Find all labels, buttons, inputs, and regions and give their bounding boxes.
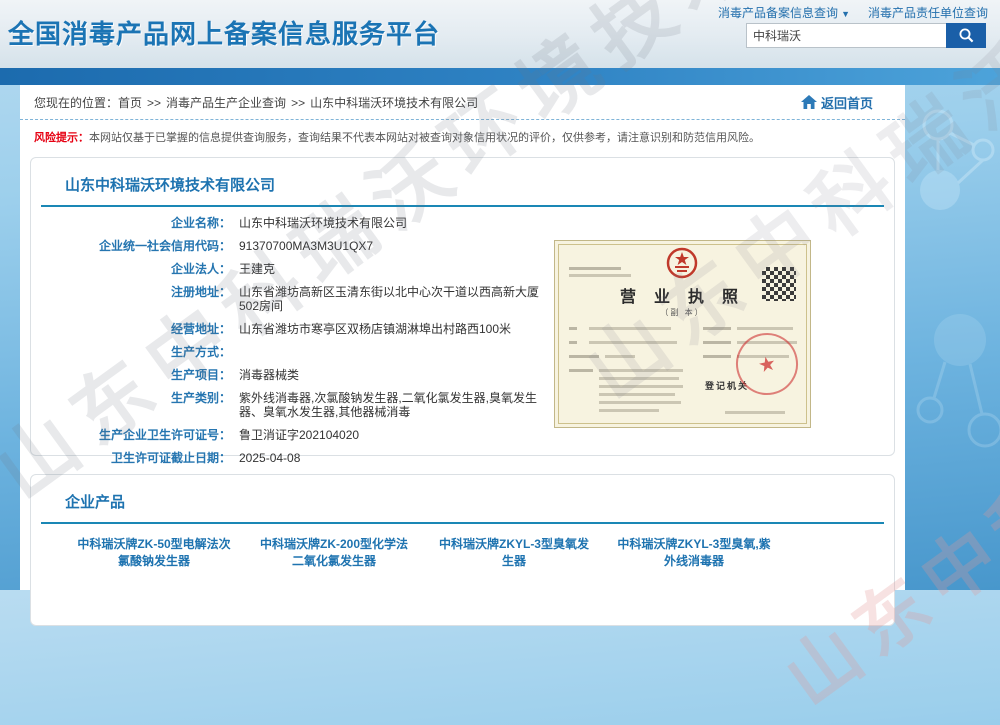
field-label: 经营地址： [31, 322, 231, 336]
company-info-panel: 山东中科瑞沃环境技术有限公司 企业名称： 山东中科瑞沃环境技术有限公司 企业统一社… [30, 157, 895, 456]
field-value: 紫外线消毒器,次氯酸钠发生器,二氧化氯发生器,臭氧发生器、臭氧水发生器,其他器械… [239, 391, 557, 419]
field-value: 消毒器械类 [239, 368, 299, 382]
nav-filing-info-query[interactable]: 消毒产品备案信息查询▼ [718, 4, 850, 21]
search-button[interactable] [946, 23, 986, 48]
license-text-line [703, 327, 731, 330]
license-text-line [605, 355, 635, 358]
site-header: 全国消毒产品网上备案信息服务平台 消毒产品备案信息查询▼ 消毒产品责任单位查询 [0, 0, 1000, 68]
search-input[interactable] [746, 23, 946, 48]
license-text-line [599, 409, 659, 412]
field-label: 生产类别： [31, 391, 231, 419]
license-text-line [725, 411, 785, 414]
header-divider-band [0, 68, 1000, 85]
product-link[interactable]: 中科瑞沃牌ZK-200型化学法二氧化氯发生器 [255, 536, 413, 570]
field-value: 山东中科瑞沃环境技术有限公司 [239, 216, 407, 230]
license-text-line [599, 393, 675, 396]
company-fields: 企业名称： 山东中科瑞沃环境技术有限公司 企业统一社会信用代码： 91370700M… [31, 216, 591, 474]
field-row: 生产方式： [31, 345, 591, 359]
field-value: 91370700MA3M3U1QX7 [239, 239, 373, 253]
risk-notice: 风险提示：本网站仅基于已掌握的信息提供查询服务，查询结果不代表本网站对被查询对象… [20, 120, 905, 149]
field-row: 生产企业卫生许可证号： 鲁卫消证字202104020 [31, 428, 591, 442]
main-content: 您现在的位置：首页 >> 消毒产品生产企业查询 >> 山东中科瑞沃环境技术有限公司 返回… [20, 85, 905, 590]
field-value: 王建克 [239, 262, 275, 276]
license-text-line [569, 267, 621, 270]
field-value: 山东省潍坊高新区玉清东街以北中心次干道以西高新大厦502房间 [239, 285, 557, 313]
risk-notice-label: 风险提示： [34, 132, 89, 144]
breadcrumb-bar: 您现在的位置：首页 >> 消毒产品生产企业查询 >> 山东中科瑞沃环境技术有限公司 返回… [20, 85, 905, 120]
field-row: 生产项目： 消毒器械类 [31, 368, 591, 382]
home-icon [801, 95, 817, 109]
license-text-line [599, 369, 683, 372]
breadcrumb-query-link[interactable]: 消毒产品生产企业查询 [166, 96, 286, 110]
top-nav: 消毒产品备案信息查询▼ 消毒产品责任单位查询 [718, 4, 988, 21]
license-text-line [569, 274, 631, 277]
product-list: 中科瑞沃牌ZK-50型电解法次氯酸钠发生器 中科瑞沃牌ZK-200型化学法二氧化… [31, 524, 894, 570]
field-row: 注册地址： 山东省潍坊高新区玉清东街以北中心次干道以西高新大厦502房间 [31, 285, 591, 313]
license-subtitle: （副 本） [555, 307, 810, 318]
license-text-line [589, 327, 671, 330]
breadcrumb-separator: >> [291, 96, 305, 110]
business-license-image: 营 业 执 照 （副 本） 登记机关 ★ [554, 240, 811, 428]
field-row: 经营地址： 山东省潍坊市寒亭区双杨店镇湖淋埠出村路西100米 [31, 322, 591, 336]
field-row: 生产类别： 紫外线消毒器,次氯酸钠发生器,二氧化氯发生器,臭氧发生器、臭氧水发生器… [31, 391, 591, 419]
field-label: 企业名称： [31, 216, 231, 230]
field-row: 企业名称： 山东中科瑞沃环境技术有限公司 [31, 216, 591, 230]
product-link[interactable]: 中科瑞沃牌ZKYL-3型臭氧,紫外线消毒器 [615, 536, 773, 570]
field-row: 企业统一社会信用代码： 91370700MA3M3U1QX7 [31, 239, 591, 253]
breadcrumb: 您现在的位置：首页 >> 消毒产品生产企业查询 >> 山东中科瑞沃环境技术有限公司 [34, 94, 478, 111]
back-home-link[interactable]: 返回首页 [801, 93, 873, 112]
license-text-line [589, 341, 677, 344]
license-text-line [703, 341, 731, 344]
license-text-line [599, 401, 681, 404]
company-title: 山东中科瑞沃环境技术有限公司 [31, 158, 894, 205]
license-text-line [569, 369, 593, 372]
breadcrumb-separator: >> [147, 96, 161, 110]
products-panel: 企业产品 中科瑞沃牌ZK-50型电解法次氯酸钠发生器 中科瑞沃牌ZK-200型化… [30, 474, 895, 626]
product-link[interactable]: 中科瑞沃牌ZK-50型电解法次氯酸钠发生器 [75, 536, 233, 570]
field-label: 生产项目： [31, 368, 231, 382]
molecule-decoration [898, 95, 1000, 255]
search-icon [958, 27, 975, 44]
field-value: 山东省潍坊市寒亭区双杨店镇湖淋埠出村路西100米 [239, 322, 511, 336]
license-text-line [599, 385, 683, 388]
title-underline [41, 205, 884, 207]
field-value: 鲁卫消证字202104020 [239, 428, 359, 442]
field-label: 企业统一社会信用代码： [31, 239, 231, 253]
field-label: 生产企业卫生许可证号： [31, 428, 231, 442]
chevron-down-icon: ▼ [841, 9, 850, 19]
license-qr-code [762, 267, 796, 301]
field-label: 企业法人： [31, 262, 231, 276]
field-value: 2025-04-08 [239, 451, 300, 465]
license-text-line [737, 327, 793, 330]
national-emblem-icon [665, 246, 699, 282]
field-label: 生产方式： [31, 345, 231, 359]
license-text-line [569, 355, 599, 358]
site-title: 全国消毒产品网上备案信息服务平台 [8, 14, 440, 51]
license-text-line [599, 377, 679, 380]
nav-responsible-unit-query[interactable]: 消毒产品责任单位查询 [868, 4, 988, 21]
field-label: 注册地址： [31, 285, 231, 313]
license-text-line [569, 341, 577, 344]
products-title: 企业产品 [31, 475, 894, 522]
search-bar [746, 23, 986, 48]
field-row: 企业法人： 王建克 [31, 262, 591, 276]
license-text-line [569, 327, 577, 330]
breadcrumb-current: 山东中科瑞沃环境技术有限公司 [310, 96, 478, 110]
license-text-line [703, 355, 731, 358]
molecule-decoration-2 [900, 300, 1000, 500]
risk-notice-text: 本网站仅基于已掌握的信息提供查询服务，查询结果不代表本网站对被查询对象信用状况的… [89, 132, 760, 144]
field-row: 卫生许可证截止日期： 2025-04-08 [31, 451, 591, 465]
product-link[interactable]: 中科瑞沃牌ZKYL-3型臭氧发生器 [435, 536, 593, 570]
breadcrumb-home-link[interactable]: 首页 [118, 96, 142, 110]
field-label: 卫生许可证截止日期： [31, 451, 231, 465]
breadcrumb-prefix: 您现在的位置： [34, 96, 118, 110]
